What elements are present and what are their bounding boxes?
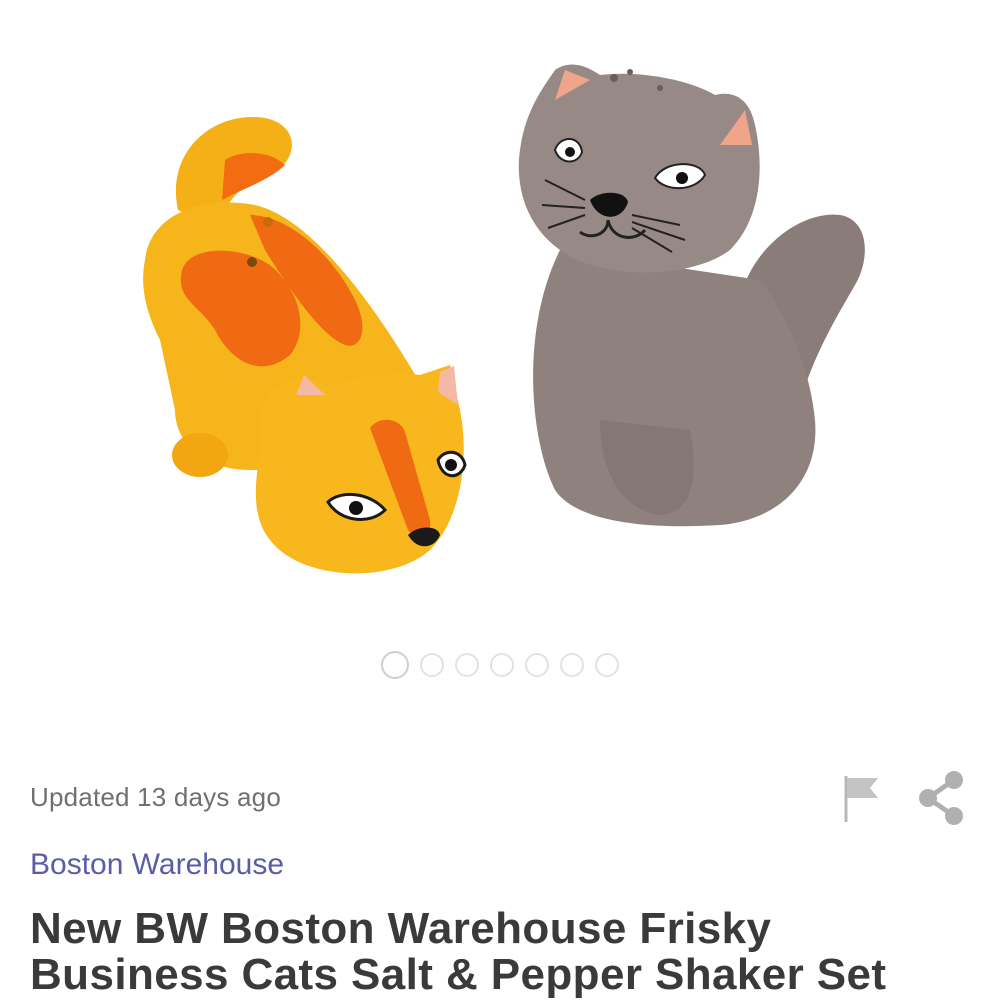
product-photo[interactable] xyxy=(0,0,1000,740)
carousel-dot-3[interactable] xyxy=(455,653,479,677)
updated-timestamp: Updated 13 days ago xyxy=(30,782,281,812)
flag-icon xyxy=(844,776,878,822)
carousel-dot-4[interactable] xyxy=(490,653,514,677)
brand-link[interactable]: Boston Warehouse xyxy=(30,848,284,882)
carousel-dot-7[interactable] xyxy=(595,653,619,677)
carousel-pagination xyxy=(0,651,1000,679)
share-button[interactable] xyxy=(914,768,970,828)
share-icon xyxy=(919,771,963,825)
yellow-cat-shaker xyxy=(143,116,467,574)
grey-cat-shaker xyxy=(518,64,865,527)
listing-meta-row: Updated 13 days ago xyxy=(30,771,970,825)
carousel-dot-5[interactable] xyxy=(525,653,549,677)
listing-title: New BW Boston Warehouse Frisky Business … xyxy=(30,904,887,999)
report-button[interactable] xyxy=(842,774,882,824)
carousel-dot-6[interactable] xyxy=(560,653,584,677)
product-image-gallery[interactable] xyxy=(0,0,1000,740)
carousel-dot-2[interactable] xyxy=(420,653,444,677)
carousel-dot-1[interactable] xyxy=(381,651,409,679)
